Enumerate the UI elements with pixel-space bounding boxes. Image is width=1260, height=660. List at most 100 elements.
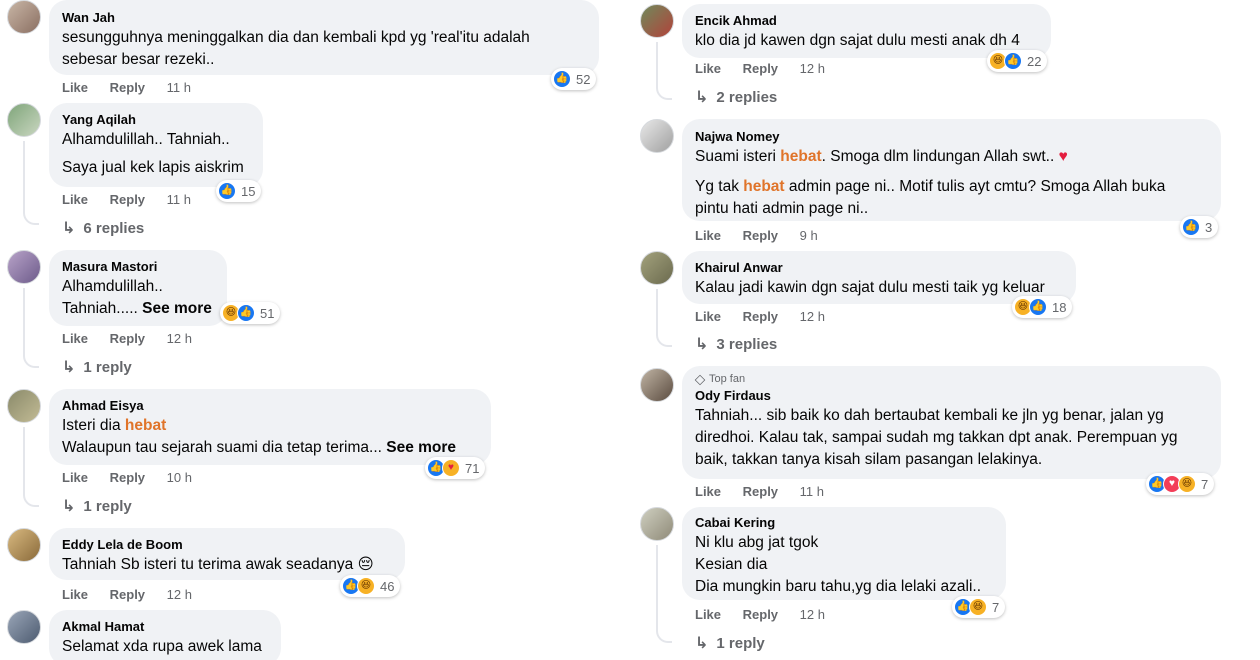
highlighted-word[interactable]: hebat xyxy=(780,148,821,165)
like-button[interactable]: Like xyxy=(695,484,721,499)
reply-button[interactable]: Reply xyxy=(110,80,145,95)
reaction-summary[interactable]: 👍 15 xyxy=(216,180,262,202)
avatar[interactable] xyxy=(7,389,41,423)
timestamp[interactable]: 12 h xyxy=(167,331,192,346)
like-button[interactable]: Like xyxy=(62,80,88,95)
avatar[interactable] xyxy=(640,507,674,541)
view-replies-button[interactable]: ↳ 6 replies xyxy=(62,218,144,238)
comment-text: admin page ni.. Motif tulis ayt cmtu? Sm… xyxy=(784,178,1166,195)
reaction-summary[interactable]: 👍 3 xyxy=(1180,216,1219,238)
timestamp[interactable]: 12 h xyxy=(800,61,825,76)
like-reaction-icon: 👍 xyxy=(218,182,236,200)
timestamp[interactable]: 12 h xyxy=(800,607,825,622)
view-replies-button[interactable]: ↳ 1 reply xyxy=(695,633,765,653)
reply-button[interactable]: Reply xyxy=(110,192,145,207)
timestamp[interactable]: 11 h xyxy=(800,484,824,499)
avatar[interactable] xyxy=(7,103,41,137)
highlighted-word[interactable]: hebat xyxy=(743,178,784,195)
heart-emoji-icon: ♥ xyxy=(1058,148,1068,165)
comment-author[interactable]: Yang Aqilah xyxy=(62,111,250,129)
reply-button[interactable]: Reply xyxy=(743,607,778,622)
reaction-summary[interactable]: 👍 ♥ 71 xyxy=(425,457,486,479)
replies-count-label: 1 reply xyxy=(83,358,132,376)
reaction-count: 15 xyxy=(241,183,256,199)
comment-text: . Smoga dlm lindungan Allah swt.. xyxy=(821,148,1055,165)
avatar[interactable] xyxy=(7,250,41,284)
comment-text: baik, takkan tanya kisah silam pasangan … xyxy=(695,451,1043,468)
like-button[interactable]: Like xyxy=(695,228,721,243)
reaction-summary[interactable]: 👍 😆 46 xyxy=(340,575,401,597)
comment-author[interactable]: Cabai Kering xyxy=(695,514,993,532)
reaction-summary[interactable]: 👍 ♥ 😆 7 xyxy=(1146,473,1215,495)
like-button[interactable]: Like xyxy=(62,192,88,207)
comment-author[interactable]: Akmal Hamat xyxy=(62,618,268,636)
view-replies-button[interactable]: ↳ 1 reply xyxy=(62,496,132,516)
avatar[interactable] xyxy=(640,368,674,402)
reply-button[interactable]: Reply xyxy=(743,228,778,243)
like-reaction-icon: 👍 xyxy=(237,304,255,322)
comment-author[interactable]: Ahmad Eisya xyxy=(62,397,478,415)
comment-text: sesungguhnya meninggalkan dia dan kembal… xyxy=(62,29,530,46)
comment-author[interactable]: Ody Firdaus xyxy=(695,387,1208,405)
avatar[interactable] xyxy=(7,528,41,562)
thread-line xyxy=(23,288,25,356)
see-more-link[interactable]: See more xyxy=(142,300,212,317)
reply-button[interactable]: Reply xyxy=(743,309,778,324)
reaction-summary[interactable]: 😆 👍 18 xyxy=(1012,296,1073,318)
comment-bubble: Khairul Anwar Kalau jadi kawin dgn sajat… xyxy=(682,251,1076,304)
reply-button[interactable]: Reply xyxy=(110,470,145,485)
reaction-summary[interactable]: 😆 👍 22 xyxy=(987,50,1048,72)
thread-connector xyxy=(656,86,672,100)
reply-button[interactable]: Reply xyxy=(743,61,778,76)
view-replies-button[interactable]: ↳ 2 replies xyxy=(695,87,777,107)
timestamp[interactable]: 10 h xyxy=(167,470,192,485)
reply-button[interactable]: Reply xyxy=(110,331,145,346)
like-button[interactable]: Like xyxy=(62,331,88,346)
timestamp[interactable]: 11 h xyxy=(167,192,191,207)
like-button[interactable]: Like xyxy=(62,470,88,485)
reaction-summary[interactable]: 👍 😆 7 xyxy=(952,596,1006,618)
comment-text: Alhamdulillah.. Tahniah.. xyxy=(62,131,230,148)
replies-count-label: 3 replies xyxy=(716,335,778,353)
comment-actions: Like Reply 12 h xyxy=(695,309,825,325)
comment-bubble: Top fan Ody Firdaus Tahniah... sib baik … xyxy=(682,366,1221,479)
comment-text: pintu hati admin page ni.. xyxy=(695,200,869,217)
reply-arrow-icon: ↳ xyxy=(62,359,76,376)
comment-author[interactable]: Najwa Nomey xyxy=(695,128,1208,146)
like-button[interactable]: Like xyxy=(62,587,88,602)
comment-author[interactable]: Wan Jah xyxy=(62,9,586,27)
reaction-summary[interactable]: 😆 👍 51 xyxy=(220,302,281,324)
like-button[interactable]: Like xyxy=(695,309,721,324)
comment-text: Dia mungkin baru tahu,yg dia lelaki azal… xyxy=(695,578,982,595)
reaction-summary[interactable]: 👍 52 xyxy=(551,68,597,90)
reply-button[interactable]: Reply xyxy=(743,484,778,499)
comment-author[interactable]: Masura Mastori xyxy=(62,258,214,276)
reply-button[interactable]: Reply xyxy=(110,587,145,602)
view-replies-button[interactable]: ↳ 3 replies xyxy=(695,334,777,354)
avatar[interactable] xyxy=(640,119,674,153)
comment-text: Isteri dia xyxy=(62,417,125,434)
reaction-count: 52 xyxy=(576,71,591,87)
comment-text: klo dia jd kawen dgn sajat dulu mesti an… xyxy=(695,32,1020,49)
view-replies-button[interactable]: ↳ 1 reply xyxy=(62,357,132,377)
avatar[interactable] xyxy=(7,610,41,644)
highlighted-word[interactable]: hebat xyxy=(125,417,166,434)
timestamp[interactable]: 9 h xyxy=(800,228,818,243)
avatar[interactable] xyxy=(640,251,674,285)
avatar[interactable] xyxy=(7,0,41,34)
see-more-link[interactable]: See more xyxy=(386,439,456,456)
timestamp[interactable]: 12 h xyxy=(800,309,825,324)
comment-text: Tahniah Sb isteri tu terima awak seadany… xyxy=(62,556,354,573)
thread-connector xyxy=(656,333,672,347)
like-button[interactable]: Like xyxy=(695,607,721,622)
comment-author[interactable]: Eddy Lela de Boom xyxy=(62,536,392,554)
like-button[interactable]: Like xyxy=(695,61,721,76)
avatar[interactable] xyxy=(640,4,674,38)
comment-author[interactable]: Khairul Anwar xyxy=(695,259,1063,277)
timestamp[interactable]: 12 h xyxy=(167,587,192,602)
thread-connector xyxy=(23,211,39,225)
comment-text-line: Isteri dia hebat xyxy=(62,415,478,437)
comment-author[interactable]: Encik Ahmad xyxy=(695,12,1038,30)
timestamp[interactable]: 11 h xyxy=(167,80,191,95)
top-fan-badge[interactable]: Top fan xyxy=(694,372,1208,387)
